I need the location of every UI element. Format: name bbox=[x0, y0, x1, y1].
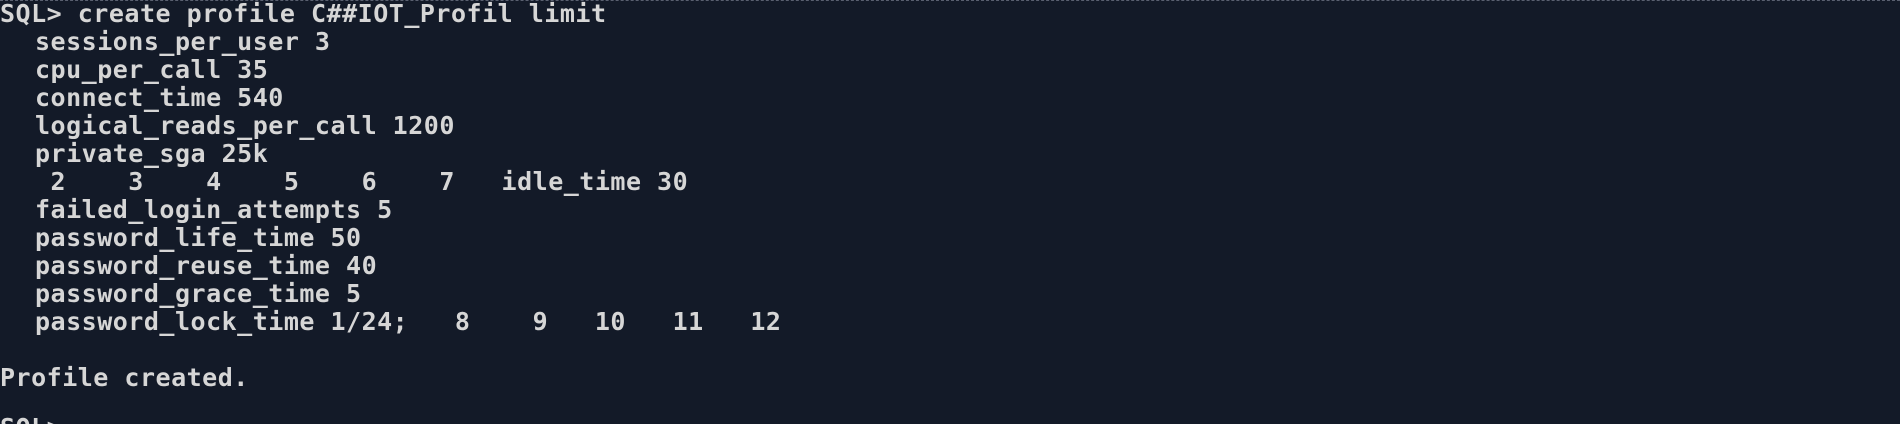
status-message: Profile created. bbox=[0, 363, 249, 392]
output-line: password_lock_time 1/24; 8 9 10 11 12 bbox=[35, 307, 782, 336]
sql-prompt[interactable]: SQL> bbox=[0, 414, 78, 424]
output-line: password_reuse_time 40 bbox=[35, 251, 378, 280]
output-line: 2 3 4 5 6 7 idle_time 30 bbox=[35, 167, 689, 196]
output-line: password_grace_time 5 bbox=[35, 279, 362, 308]
output-line: sessions_per_user 3 bbox=[35, 27, 331, 56]
output-line: logical_reads_per_call 1200 bbox=[35, 111, 455, 140]
output-line: cpu_per_call 35 bbox=[35, 55, 269, 84]
output-line: password_life_time 50 bbox=[35, 223, 362, 252]
output-line: connect_time 540 bbox=[35, 83, 284, 112]
output-line: failed_login_attempts 5 bbox=[35, 195, 393, 224]
sql-prompt-command-line: SQL> create profile C##IOT_Profil limit bbox=[0, 0, 607, 28]
output-line: private_sga 25k bbox=[35, 139, 269, 168]
terminal-window[interactable]: SQL> create profile C##IOT_Profil limit … bbox=[0, 0, 1900, 424]
